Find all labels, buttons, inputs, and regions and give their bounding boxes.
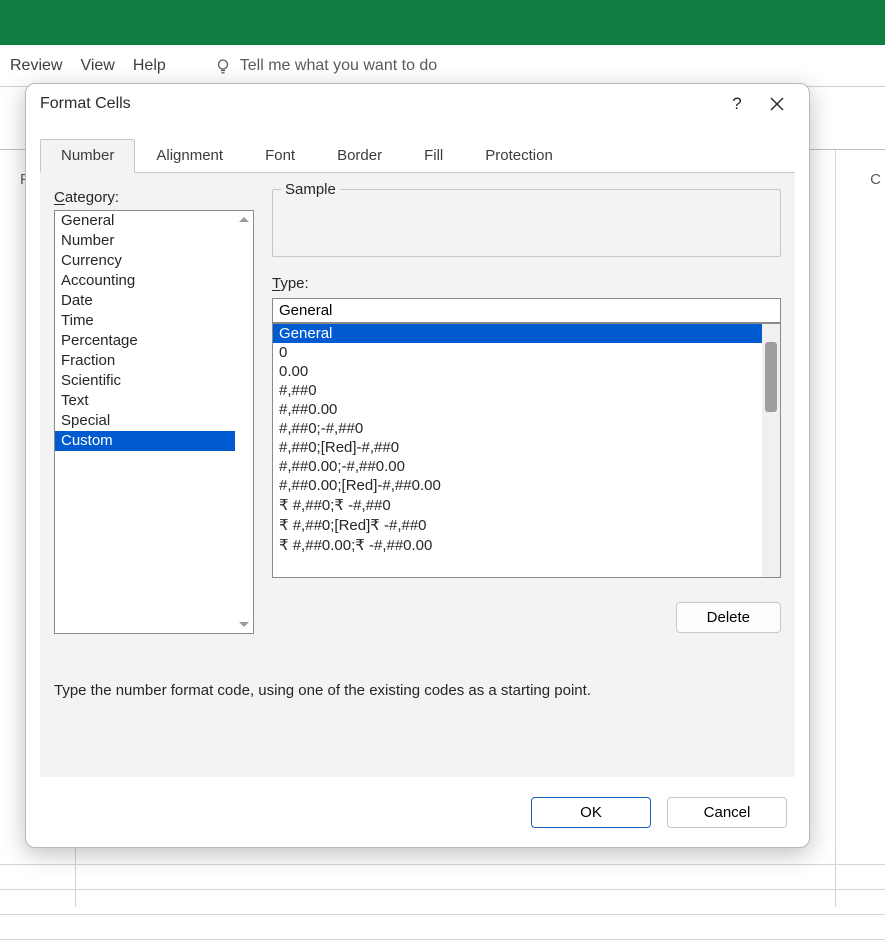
- dialog-title: Format Cells: [40, 95, 131, 113]
- category-listbox[interactable]: General Number Currency Accounting Date …: [54, 210, 254, 634]
- ribbon-tabs-row: Review View Help Tell me what you want t…: [0, 45, 885, 87]
- ok-button[interactable]: OK: [531, 797, 651, 828]
- tab-number[interactable]: Number: [40, 139, 135, 173]
- close-icon: [770, 97, 784, 111]
- category-item-custom[interactable]: Custom: [55, 431, 235, 451]
- dialog-title-bar: Format Cells ?: [26, 84, 809, 124]
- hint-text: Type the number format code, using one o…: [54, 634, 781, 699]
- type-listbox[interactable]: General 0 0.00 #,##0 #,##0.00 #,##0;-#,#…: [272, 323, 781, 578]
- delete-button[interactable]: Delete: [676, 602, 781, 633]
- tell-me-label: Tell me what you want to do: [240, 57, 437, 75]
- category-item-currency[interactable]: Currency: [55, 251, 235, 271]
- category-item-scientific[interactable]: Scientific: [55, 371, 235, 391]
- dialog-footer: OK Cancel: [26, 777, 809, 847]
- sample-group: Sample: [272, 189, 781, 257]
- lightbulb-icon: [214, 57, 232, 75]
- type-item[interactable]: ₹ #,##0;₹ -#,##0: [273, 495, 762, 515]
- category-label: Category:: [54, 189, 254, 206]
- tab-fill[interactable]: Fill: [403, 139, 464, 173]
- ribbon-tab-review[interactable]: Review: [10, 57, 62, 75]
- type-item[interactable]: 0.00: [273, 362, 762, 381]
- type-item[interactable]: #,##0.00;[Red]-#,##0.00: [273, 476, 762, 495]
- type-item[interactable]: ₹ #,##0;[Red]₹ -#,##0: [273, 515, 762, 535]
- category-scrollbar[interactable]: [235, 211, 253, 633]
- category-item-fraction[interactable]: Fraction: [55, 351, 235, 371]
- ribbon-tab-view[interactable]: View: [80, 57, 114, 75]
- type-item[interactable]: #,##0;[Red]-#,##0: [273, 438, 762, 457]
- type-input[interactable]: [272, 298, 781, 323]
- scrollbar-thumb[interactable]: [765, 342, 777, 412]
- tab-border[interactable]: Border: [316, 139, 403, 173]
- ribbon-accent-bar: [0, 0, 885, 45]
- category-item-percentage[interactable]: Percentage: [55, 331, 235, 351]
- scroll-up-icon[interactable]: [239, 217, 249, 222]
- category-item-number[interactable]: Number: [55, 231, 235, 251]
- tab-alignment[interactable]: Alignment: [135, 139, 244, 173]
- category-item-time[interactable]: Time: [55, 311, 235, 331]
- cancel-button[interactable]: Cancel: [667, 797, 787, 828]
- format-cells-dialog: Format Cells ? Number Alignment Font Bor…: [25, 83, 810, 848]
- category-item-text[interactable]: Text: [55, 391, 235, 411]
- scroll-down-icon[interactable]: [239, 622, 249, 627]
- type-item[interactable]: #,##0.00: [273, 400, 762, 419]
- category-item-general[interactable]: General: [55, 211, 235, 231]
- type-label: Type:: [272, 275, 781, 292]
- number-tab-panel: Category: General Number Currency Accoun…: [40, 172, 795, 777]
- tell-me-search[interactable]: Tell me what you want to do: [214, 57, 437, 75]
- close-button[interactable]: [757, 87, 797, 121]
- type-item[interactable]: General: [273, 324, 762, 343]
- type-scrollbar[interactable]: [762, 324, 780, 577]
- type-item[interactable]: #,##0;-#,##0: [273, 419, 762, 438]
- category-item-accounting[interactable]: Accounting: [55, 271, 235, 291]
- tab-protection[interactable]: Protection: [464, 139, 574, 173]
- category-item-special[interactable]: Special: [55, 411, 235, 431]
- category-item-date[interactable]: Date: [55, 291, 235, 311]
- type-item[interactable]: 0: [273, 343, 762, 362]
- type-item[interactable]: #,##0: [273, 381, 762, 400]
- type-item[interactable]: ₹ #,##0.00;₹ -#,##0.00: [273, 535, 762, 555]
- ribbon-tab-help[interactable]: Help: [133, 57, 166, 75]
- help-button[interactable]: ?: [717, 87, 757, 121]
- dialog-tabs: Number Alignment Font Border Fill Protec…: [26, 139, 809, 173]
- tab-font[interactable]: Font: [244, 139, 316, 173]
- sample-label: Sample: [281, 181, 340, 198]
- type-item[interactable]: #,##0.00;-#,##0.00: [273, 457, 762, 476]
